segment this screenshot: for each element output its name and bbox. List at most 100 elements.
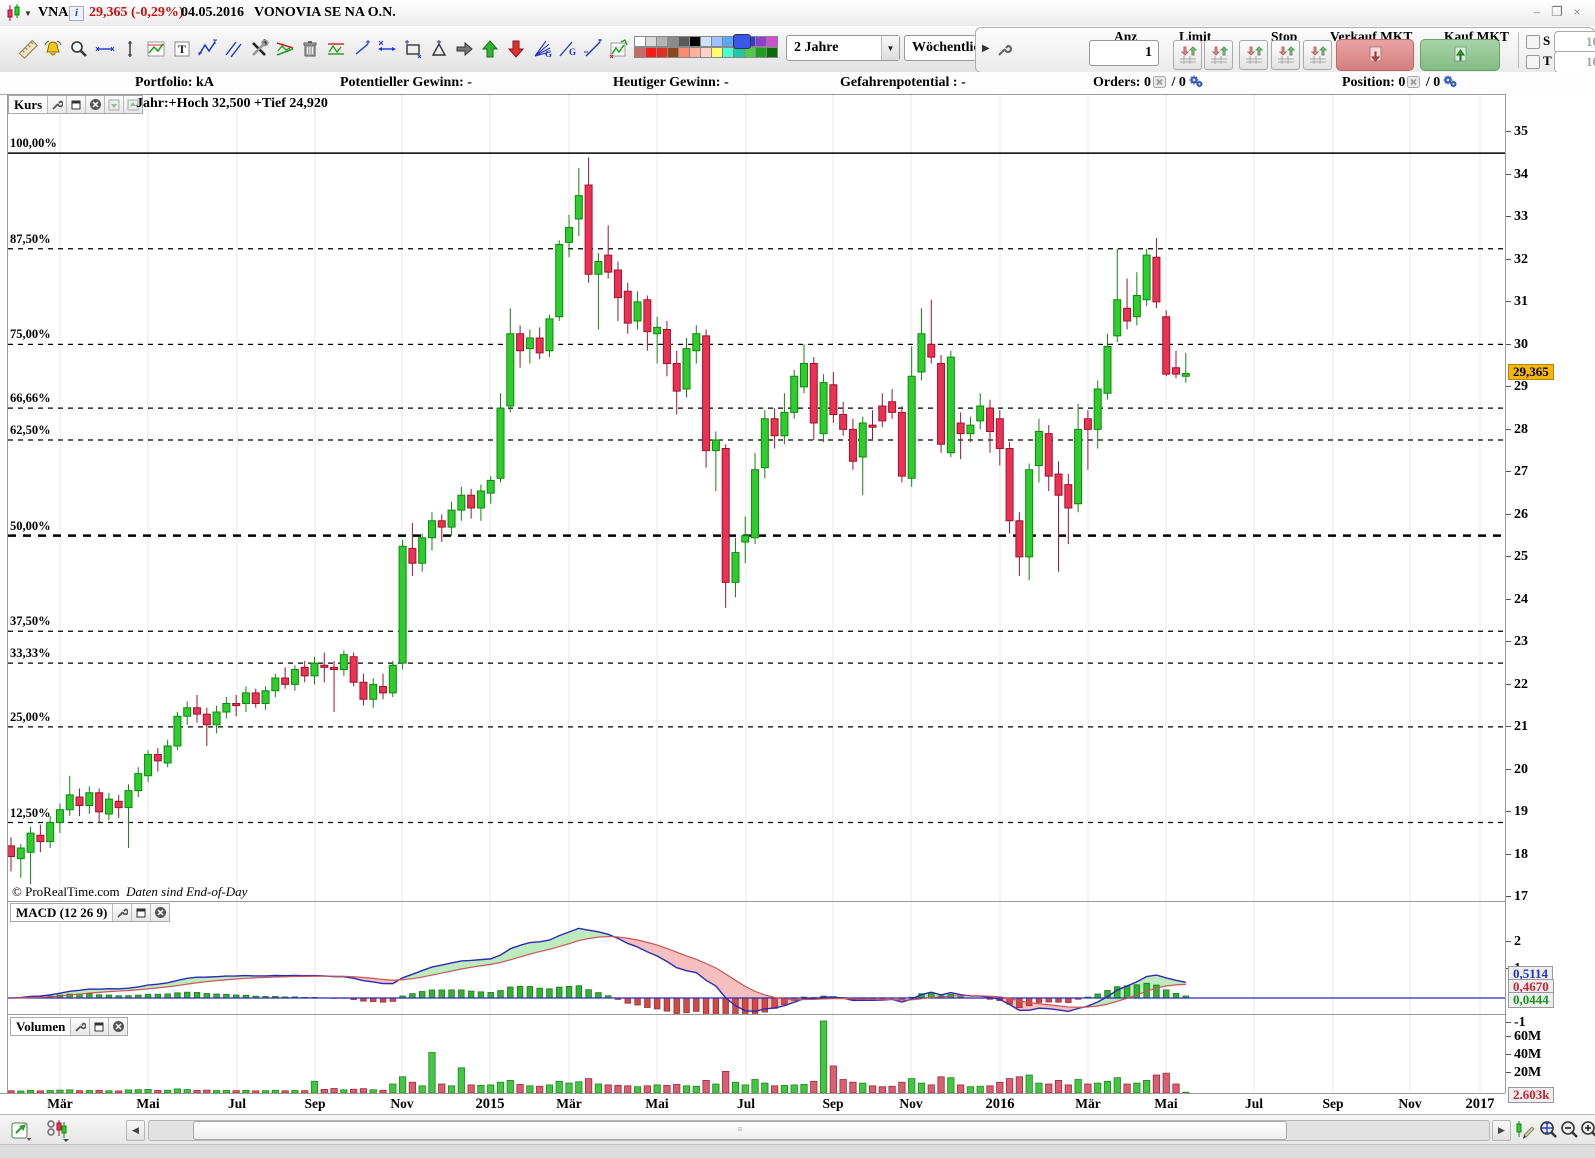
retracement-level-label: 50,00% <box>10 519 51 534</box>
clear-orders-icon[interactable] <box>1153 76 1166 88</box>
quantity-input[interactable] <box>1089 40 1159 66</box>
close-panel-icon[interactable] <box>150 904 169 921</box>
sell-market-button[interactable] <box>1336 39 1414 71</box>
wrench-icon[interactable] <box>47 96 66 113</box>
time-axis-label: Sep <box>304 1096 325 1112</box>
t-value-field[interactable]: 10 <box>1554 51 1595 73</box>
scroll-right-button[interactable]: ▶ <box>1492 1120 1511 1141</box>
time-axis-label: Mär <box>1075 1096 1100 1112</box>
order-arrows-icon <box>1209 45 1229 65</box>
s-checkbox[interactable] <box>1526 35 1540 49</box>
stop-sell-button[interactable] <box>1239 40 1268 70</box>
tool-channel[interactable] <box>322 32 349 66</box>
time-axis[interactable]: MärMaiJulSepNov2015MärMaiJulSepNov2016Mä… <box>0 1093 1505 1115</box>
last-price-tag: 29,365 <box>1508 364 1554 380</box>
price-chart[interactable] <box>8 94 1505 902</box>
tool-text[interactable]: T <box>168 32 195 66</box>
collapse-arrow-icon[interactable]: ▶ <box>982 43 990 54</box>
tool-ruler[interactable] <box>14 32 41 66</box>
wrench-icon[interactable] <box>70 1018 89 1035</box>
tool-fan-gann[interactable]: G <box>528 32 555 66</box>
trendline-icon <box>352 39 372 59</box>
settings-wrench-icon[interactable] <box>996 42 1012 63</box>
tool-horizontal-segment[interactable] <box>91 32 118 66</box>
retracement-level-label: 25,00% <box>10 710 51 725</box>
tool-diagonal-line[interactable] <box>579 32 606 66</box>
tool-arrow-right[interactable] <box>451 32 478 66</box>
account-item-portfolio: Portfolio: kA <box>135 75 214 91</box>
clear-orders-icon[interactable] <box>1407 76 1420 88</box>
price-axis-tick: 35 <box>1506 124 1528 140</box>
fan-gann-icon: G <box>532 39 552 59</box>
channel-icon <box>326 39 346 59</box>
price-axis[interactable]: 3534333231302928272625242322212019181729… <box>1505 94 1595 1093</box>
arrow-up-icon <box>480 39 500 59</box>
tool-zigzag[interactable] <box>194 32 221 66</box>
tool-extend-line[interactable] <box>374 32 401 66</box>
stop-buy-button[interactable] <box>1303 40 1332 70</box>
export-chart-icon[interactable] <box>8 1117 34 1143</box>
tool-angle-gann[interactable]: G <box>554 32 581 66</box>
tool-parallel-lines[interactable] <box>220 32 247 66</box>
tool-trendline[interactable] <box>348 32 375 66</box>
copy-window-icon[interactable] <box>89 1018 108 1035</box>
minimize-button[interactable]: – <box>1528 4 1546 20</box>
scroll-left-button[interactable]: ◀ <box>126 1120 145 1141</box>
buy-market-button[interactable] <box>1420 39 1500 71</box>
tool-arrow-up[interactable] <box>477 32 504 66</box>
limit-buy2-button[interactable] <box>1204 40 1233 70</box>
time-axis-label: Mär <box>556 1096 581 1112</box>
account-value: - <box>961 75 966 90</box>
period-select[interactable]: 2 Jahre ▼ <box>786 35 900 61</box>
scrollbar-handle[interactable]: ≡ <box>193 1121 1287 1140</box>
palette-swatch[interactable] <box>766 36 778 47</box>
zoom-in-icon[interactable] <box>1576 1117 1595 1143</box>
price-axis-tick: 30 <box>1506 337 1528 353</box>
horizontal-segment-icon <box>95 39 115 59</box>
price-axis-tick: 17 <box>1506 889 1528 905</box>
tool-zoom[interactable] <box>65 32 92 66</box>
chart-objects-icon[interactable] <box>44 1117 70 1143</box>
zigzag-icon <box>197 39 217 59</box>
order-settings-gear-icon[interactable] <box>1188 75 1204 88</box>
limit-buy-button[interactable] <box>1173 40 1202 70</box>
order-settings-gear-icon[interactable] <box>1442 75 1458 88</box>
scrollbar-track[interactable]: ≡ <box>148 1120 1490 1141</box>
tool-trash[interactable] <box>297 32 324 66</box>
wrench-icon[interactable] <box>112 904 131 921</box>
t-checkbox[interactable] <box>1526 55 1540 69</box>
account-value: - <box>467 75 472 90</box>
tool-indicator-settings[interactable] <box>605 32 632 66</box>
copy-window-icon[interactable] <box>131 904 150 921</box>
tool-triangle[interactable] <box>425 32 452 66</box>
s-value-field[interactable]: 10 <box>1554 31 1595 53</box>
volume-value-tag: 2.603k <box>1508 1087 1554 1103</box>
chevron-down-icon[interactable]: ▼ <box>881 36 899 60</box>
tool-rectangle[interactable] <box>400 32 427 66</box>
symbol-dropdown-icon[interactable]: ▼ <box>24 9 32 18</box>
macd-chart[interactable] <box>8 901 1505 1015</box>
palette-swatch[interactable] <box>766 47 778 58</box>
close-panel-icon[interactable] <box>108 1018 127 1035</box>
tool-alarm[interactable] <box>40 32 67 66</box>
tool-vertical-cursor[interactable] <box>117 32 144 66</box>
tool-toolbox[interactable] <box>245 32 272 66</box>
divider <box>1518 32 1519 68</box>
tool-pattern[interactable] <box>271 32 298 66</box>
zoom-icon <box>69 39 89 59</box>
restore-button[interactable]: ❐ <box>1548 4 1566 20</box>
trading-panel: ▶ Anz Limit Stop Verkauf MKT Kauf MKT S … <box>975 27 1595 73</box>
close-button[interactable]: × <box>1568 4 1586 20</box>
move-down-icon[interactable] <box>104 96 123 113</box>
price-axis-tick: 22 <box>1506 677 1528 693</box>
svg-text:G: G <box>569 47 576 57</box>
copy-window-icon[interactable] <box>66 96 85 113</box>
stop-sell2-button[interactable] <box>1271 40 1300 70</box>
tool-arrow-down[interactable] <box>502 32 529 66</box>
volume-chart[interactable] <box>8 1014 1505 1094</box>
tool-chart-line[interactable] <box>143 32 170 66</box>
palette-swatch[interactable] <box>733 34 751 49</box>
close-panel-icon[interactable] <box>85 96 104 113</box>
time-axis-label: 2015 <box>476 1096 505 1113</box>
info-icon[interactable]: i <box>69 6 84 21</box>
